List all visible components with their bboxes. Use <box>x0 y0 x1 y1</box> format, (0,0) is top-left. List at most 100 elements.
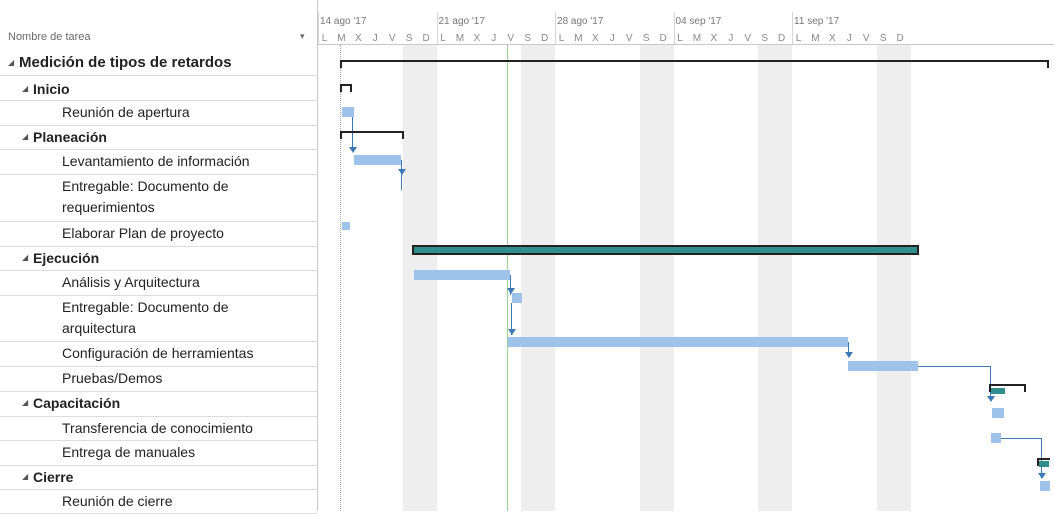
task-name: Análisis y Arquitectura <box>62 274 200 290</box>
day-label: M <box>455 33 465 44</box>
summary-task-row[interactable]: ◢ Planeación <box>0 126 317 150</box>
collapse-caret-icon[interactable]: ◢ <box>8 58 14 67</box>
summary-task-row[interactable]: ◢ Ejecución <box>0 247 317 271</box>
cierre-progress[interactable] <box>1039 461 1049 467</box>
day-label: L <box>558 33 565 44</box>
task-row[interactable]: Configuración de herramientas <box>0 342 317 367</box>
day-label: V <box>625 33 633 44</box>
task-bar[interactable] <box>991 433 1001 443</box>
capacitacion-progress[interactable] <box>991 388 1005 394</box>
weekend-shading <box>758 45 793 511</box>
task-row[interactable]: Transferencia de conocimiento <box>0 417 317 441</box>
weekend-shading <box>521 45 556 511</box>
task-bar[interactable] <box>354 155 401 165</box>
task-column-header[interactable]: Nombre de tarea ▾ <box>0 0 317 44</box>
day-label: D <box>777 33 786 44</box>
collapse-caret-icon[interactable]: ◢ <box>22 132 28 141</box>
summary-task-row[interactable]: ◢ Cierre <box>0 466 317 490</box>
task-row[interactable]: Elaborar Plan de proyecto <box>0 222 317 247</box>
week-label: 21 ago '17 <box>438 16 485 27</box>
summary-task-row[interactable]: ◢ Inicio <box>0 78 317 101</box>
day-label: L <box>321 33 328 44</box>
day-label: D <box>422 33 430 44</box>
summary-cap <box>350 84 352 92</box>
collapse-caret-icon[interactable]: ◢ <box>22 472 28 481</box>
day-label: L <box>440 33 446 44</box>
day-label: S <box>761 33 768 44</box>
summary-cap <box>340 84 342 92</box>
day-label: S <box>879 33 887 44</box>
day-label: V <box>744 33 752 44</box>
dependency-arrow <box>508 329 516 335</box>
day-label: J <box>728 33 734 44</box>
task-name: Entrega de manuales <box>62 444 196 460</box>
day-label: M <box>692 33 702 44</box>
dependency-arrow <box>1038 473 1046 479</box>
task-row[interactable]: Pruebas/Demos <box>0 367 317 392</box>
summary-cap <box>402 131 404 139</box>
day-label: J <box>491 33 497 44</box>
collapse-caret-icon[interactable]: ◢ <box>22 84 28 93</box>
day-label: J <box>609 33 615 44</box>
week-label: 14 ago '17 <box>320 16 367 27</box>
task-name: Levantamiento de información <box>62 153 250 169</box>
summary-task-row[interactable]: ◢ Capacitación <box>0 392 317 417</box>
column-dropdown-icon[interactable]: ▾ <box>300 31 305 42</box>
task-name: Elaborar Plan de proyecto <box>62 225 224 241</box>
timescale-header: 14 ago '17 L M X J V S D 21 ago '17 L M X J V S D 28 ago… <box>318 0 1054 45</box>
weekend-shading <box>876 45 911 511</box>
task-bar[interactable] <box>512 293 522 303</box>
day-label: X <box>355 33 362 44</box>
day-label: M <box>337 33 346 44</box>
day-label: X <box>710 33 718 44</box>
summary-cap <box>340 131 342 139</box>
dependency-arrow <box>987 396 995 402</box>
summary-cap <box>1024 384 1026 392</box>
task-bar[interactable] <box>342 222 350 230</box>
task-name: Inicio <box>33 81 70 97</box>
task-name: Configuración de herramientas <box>62 345 254 361</box>
task-name: Reunión de cierre <box>62 493 173 509</box>
task-name: Cierre <box>33 469 74 485</box>
day-label: X <box>829 33 836 44</box>
task-name: Ejecución <box>33 250 100 266</box>
task-row[interactable]: Análisis y Arquitectura <box>0 271 317 296</box>
task-bar[interactable] <box>414 270 510 280</box>
planeacion-summary-bar[interactable] <box>340 131 404 133</box>
task-bar[interactable] <box>342 107 354 117</box>
dependency-link <box>401 160 402 190</box>
dependency-link <box>990 366 991 400</box>
task-bar[interactable] <box>848 361 918 371</box>
day-label: M <box>811 33 820 44</box>
dependency-arrow <box>398 169 406 175</box>
dependency-arrow <box>845 352 853 358</box>
task-bar[interactable] <box>992 408 1004 418</box>
dependency-link <box>1001 438 1041 439</box>
task-row[interactable]: Levantamiento de información <box>0 150 317 175</box>
collapse-caret-icon[interactable]: ◢ <box>22 253 28 262</box>
task-row[interactable]: Reunión de apertura <box>0 101 317 126</box>
task-row[interactable]: Entregable: Documento de arquitectura <box>0 296 317 342</box>
ejecucion-summary-bar[interactable] <box>412 245 919 255</box>
project-start-line <box>340 45 341 511</box>
project-summary-bar[interactable] <box>340 60 1049 62</box>
task-column-header-label: Nombre de tarea <box>8 31 91 43</box>
task-bar[interactable] <box>508 337 848 347</box>
week-label: 11 sep '17 <box>794 16 840 27</box>
task-name: Pruebas/Demos <box>62 370 163 386</box>
summary-cap <box>1047 60 1049 68</box>
task-row[interactable]: Entregable: Documento de requerimientos <box>0 175 317 222</box>
task-name: Capacitación <box>33 395 121 411</box>
capacitacion-summary-bar[interactable] <box>989 384 1026 386</box>
summary-cap <box>340 60 342 68</box>
day-label: X <box>473 33 481 44</box>
task-name: Entregable: Documento de <box>62 178 229 194</box>
day-label: V <box>862 33 870 44</box>
day-label: S <box>405 33 413 44</box>
summary-task-row[interactable]: ◢ Medición de tipos de retardos <box>0 52 317 76</box>
day-label: V <box>507 33 515 44</box>
collapse-caret-icon[interactable]: ◢ <box>22 398 28 407</box>
task-row[interactable]: Reunión de cierre <box>0 490 317 514</box>
task-bar[interactable] <box>1040 481 1050 491</box>
task-row[interactable]: Entrega de manuales <box>0 441 317 466</box>
